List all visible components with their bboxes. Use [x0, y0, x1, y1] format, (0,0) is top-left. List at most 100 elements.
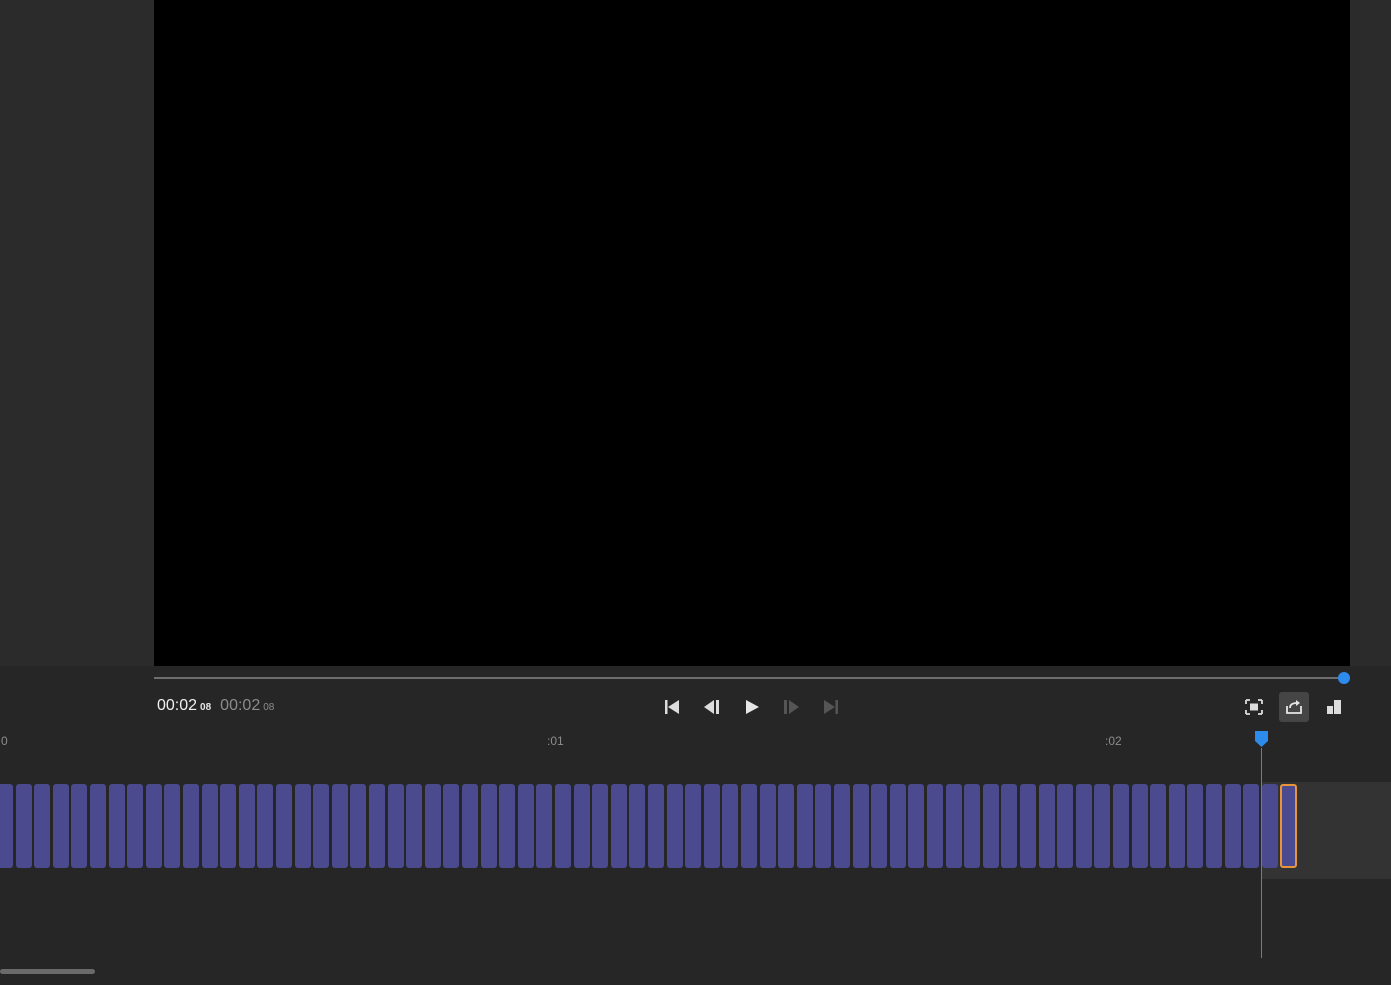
frame-thumbnail[interactable]	[1038, 784, 1055, 868]
frame-thumbnail[interactable]	[443, 784, 460, 868]
frame-thumbnail[interactable]	[164, 784, 181, 868]
frame-thumbnail[interactable]	[1094, 784, 1111, 868]
frame-thumbnail[interactable]	[945, 784, 962, 868]
frame-thumbnail[interactable]	[406, 784, 423, 868]
fit-to-screen-button[interactable]	[1239, 692, 1269, 722]
frame-thumbnail[interactable]	[834, 784, 850, 868]
frame-thumbnail[interactable]	[666, 784, 683, 868]
frame-thumbnail[interactable]	[183, 784, 199, 868]
frame-thumbnail[interactable]	[369, 784, 385, 868]
go-to-start-icon	[665, 700, 679, 714]
duration-frames: 08	[263, 702, 275, 713]
frame-thumbnail[interactable]	[220, 784, 237, 868]
frame-thumbnail[interactable]	[1075, 784, 1092, 868]
frame-thumbnail[interactable]	[387, 784, 404, 868]
horizontal-scrollbar[interactable]	[0, 969, 95, 974]
frame-thumbnail[interactable]	[499, 784, 516, 868]
frame-thumbnail[interactable]	[0, 784, 13, 868]
frame-thumbnail[interactable]	[722, 784, 739, 868]
frame-thumbnail[interactable]	[573, 784, 590, 868]
frame-thumbnail[interactable]	[927, 784, 943, 868]
frame-thumbnail[interactable]	[1224, 784, 1241, 868]
export-frame-button[interactable]	[1279, 692, 1309, 722]
frame-thumbnail[interactable]	[871, 784, 888, 868]
frame-thumbnail[interactable]	[982, 784, 999, 868]
frame-thumbnail[interactable]	[592, 784, 609, 868]
frame-thumbnail[interactable]	[1206, 784, 1222, 868]
frame-thumbnail[interactable]	[238, 784, 255, 868]
frame-thumbnail[interactable]	[815, 784, 832, 868]
go-to-start-button[interactable]	[657, 692, 687, 722]
frame-thumbnail-selected[interactable]	[1280, 784, 1298, 868]
frame-thumbnail[interactable]	[1261, 784, 1278, 868]
fit-to-screen-icon	[1245, 699, 1263, 715]
frame-thumbnail[interactable]	[145, 784, 162, 868]
frame-thumbnail[interactable]	[1168, 784, 1185, 868]
frame-thumbnail[interactable]	[555, 784, 571, 868]
current-time: 00:02	[157, 697, 198, 714]
frame-thumbnail[interactable]	[1057, 784, 1074, 868]
frame-thumbnail[interactable]	[480, 784, 497, 868]
frame-thumbnail[interactable]	[462, 784, 478, 868]
scrub-handle[interactable]	[1338, 672, 1350, 684]
frame-thumbnail[interactable]	[34, 784, 51, 868]
frame-thumbnail[interactable]	[908, 784, 925, 868]
scrub-progress	[154, 677, 1344, 679]
frame-thumbnail[interactable]	[648, 784, 664, 868]
timecode-display: 00:02 08 00:02 08	[157, 697, 274, 715]
frame-thumbnail[interactable]	[257, 784, 274, 868]
step-forward-icon	[784, 700, 799, 714]
layout-toggle-icon	[1327, 700, 1341, 714]
frame-thumbnail[interactable]	[71, 784, 88, 868]
frame-thumbnail[interactable]	[1001, 784, 1018, 868]
step-back-button[interactable]	[697, 692, 727, 722]
frame-thumbnail[interactable]	[90, 784, 106, 868]
duration-time: 00:02	[220, 697, 261, 714]
frame-thumbnail[interactable]	[294, 784, 311, 868]
frame-thumbnail[interactable]	[1131, 784, 1148, 868]
frame-thumbnail[interactable]	[796, 784, 813, 868]
layout-toggle-button[interactable]	[1319, 692, 1349, 722]
frame-thumbnail[interactable]	[1020, 784, 1036, 868]
video-viewer	[154, 0, 1350, 666]
frame-thumbnail[interactable]	[15, 784, 32, 868]
frame-thumbnail[interactable]	[1150, 784, 1167, 868]
ruler-label-1: :01	[547, 734, 564, 748]
frame-thumbnail[interactable]	[759, 784, 776, 868]
frame-thumbnail[interactable]	[852, 784, 869, 868]
frame-thumbnail[interactable]	[610, 784, 627, 868]
left-panel	[0, 0, 154, 666]
frame-thumbnail[interactable]	[313, 784, 330, 868]
frame-thumbnail[interactable]	[964, 784, 981, 868]
frame-thumbnail[interactable]	[331, 784, 348, 868]
right-panel	[1350, 0, 1391, 666]
frame-thumbnail[interactable]	[536, 784, 553, 868]
export-frame-icon	[1286, 700, 1302, 714]
play-button[interactable]	[737, 692, 767, 722]
frame-thumbnail[interactable]	[52, 784, 69, 868]
frame-thumbnail[interactable]	[629, 784, 646, 868]
frame-thumbnail[interactable]	[703, 784, 720, 868]
scrub-bar[interactable]	[154, 677, 1344, 679]
go-to-end-button[interactable]	[816, 692, 846, 722]
frame-thumbnail[interactable]	[685, 784, 702, 868]
step-back-icon	[704, 700, 719, 714]
step-forward-button[interactable]	[776, 692, 806, 722]
frame-thumbnail[interactable]	[276, 784, 292, 868]
frame-thumbnail[interactable]	[517, 784, 534, 868]
frame-thumbnail[interactable]	[1243, 784, 1260, 868]
go-to-end-icon	[824, 700, 838, 714]
frame-thumbnail[interactable]	[1113, 784, 1129, 868]
frame-thumbnail[interactable]	[350, 784, 367, 868]
frame-thumbnail[interactable]	[889, 784, 906, 868]
frame-thumbnail[interactable]	[741, 784, 757, 868]
playhead-handle-icon[interactable]	[1254, 730, 1269, 748]
frame-thumbnail[interactable]	[108, 784, 125, 868]
frame-thumbnail[interactable]	[201, 784, 218, 868]
current-frames: 08	[200, 702, 212, 713]
frame-thumbnail[interactable]	[1187, 784, 1204, 868]
frame-thumbnail[interactable]	[127, 784, 144, 868]
timeline-ruler[interactable]	[0, 728, 1391, 782]
frame-thumbnail[interactable]	[424, 784, 441, 868]
frame-thumbnail[interactable]	[778, 784, 795, 868]
